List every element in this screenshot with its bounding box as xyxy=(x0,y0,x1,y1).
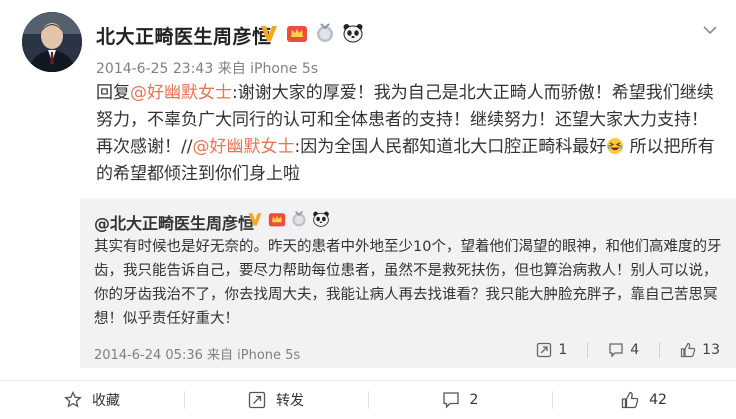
favorite-button[interactable]: 收藏 xyxy=(0,381,184,419)
weibo-post-card: 北大正畸医生周彦恒 2014-6-25 23:43 来自 iPhone 5s 回… xyxy=(0,0,736,418)
post-meta: 2014-6-25 23:43 来自 iPhone 5s xyxy=(96,58,318,78)
thumbs-up-icon xyxy=(621,391,639,409)
quoted-user-badges xyxy=(246,210,330,228)
medal-icon[interactable] xyxy=(314,22,336,44)
mention-link[interactable]: @好幽默女士 xyxy=(130,83,232,103)
like-button[interactable]: 42 xyxy=(552,381,736,419)
reply-prefix: 回复 xyxy=(96,83,130,103)
quoted-comment-count: 4 xyxy=(630,342,640,358)
verified-v-icon[interactable] xyxy=(246,210,264,228)
crown-member-icon[interactable] xyxy=(268,210,286,228)
panda-icon[interactable] xyxy=(342,22,364,44)
like-count: 42 xyxy=(649,392,667,408)
panda-icon[interactable] xyxy=(312,210,330,228)
medal-icon[interactable] xyxy=(290,210,308,228)
mention-link[interactable]: @好幽默女士 xyxy=(192,137,294,157)
quoted-text: 其实有时候也是好无奈的。昨天的患者中外地至少10个，望着他们渴望的眼神，和他们高… xyxy=(94,239,722,327)
repost-icon xyxy=(248,391,266,409)
comment-icon xyxy=(442,391,460,409)
quoted-like-count: 13 xyxy=(702,342,720,358)
post-username[interactable]: 北大正畸医生周彦恒 xyxy=(96,22,272,49)
quoted-username[interactable]: @北大正畸医生周彦恒 xyxy=(94,210,254,234)
verified-v-icon[interactable] xyxy=(258,22,280,44)
quoted-source: 来自 iPhone 5s xyxy=(207,348,301,363)
quoted-actions: 1 4 13 xyxy=(536,342,720,358)
action-bar: 收藏 转发 2 42 xyxy=(0,380,736,419)
favorite-label: 收藏 xyxy=(92,393,120,409)
repost-icon xyxy=(536,342,552,358)
quoted-meta: 2014-6-24 05:36 来自 iPhone 5s xyxy=(94,344,300,363)
comment-icon xyxy=(608,342,624,358)
comment-button[interactable]: 2 xyxy=(368,381,552,419)
star-icon xyxy=(64,391,82,409)
quoted-like-button[interactable]: 13 xyxy=(680,342,720,358)
divider xyxy=(587,342,589,358)
thumbs-up-icon xyxy=(680,342,696,358)
divider xyxy=(659,342,661,358)
laughing-tears-emoji-icon xyxy=(606,137,624,155)
quoted-repost-count: 1 xyxy=(558,342,568,358)
repost-button[interactable]: 转发 xyxy=(184,381,368,419)
quoted-post[interactable]: @北大正畸医生周彦恒 其实有时候也是好无奈的。昨天的患者中外地至少10个，望着他… xyxy=(80,198,736,368)
chevron-down-icon[interactable] xyxy=(700,20,720,40)
crown-member-icon[interactable] xyxy=(286,22,308,44)
quoted-comment-button[interactable]: 4 xyxy=(608,342,639,358)
quoted-repost-button[interactable]: 1 xyxy=(536,342,567,358)
quoted-timestamp[interactable]: 2014-6-24 05:36 xyxy=(94,348,203,363)
user-badges xyxy=(258,22,364,44)
post-text: 回复@好幽默女士:谢谢大家的厚爱！我为自己是北大正畸人而骄傲！希望我们继续努力，… xyxy=(96,80,716,188)
post-timestamp[interactable]: 2014-6-25 23:43 xyxy=(96,61,213,77)
comment-count: 2 xyxy=(469,392,479,408)
repost-label: 转发 xyxy=(276,393,304,409)
avatar[interactable] xyxy=(22,12,82,72)
post-source: 来自 iPhone 5s xyxy=(217,61,319,77)
post-text-part: :因为全国人民都知道北大口腔正畸科最好 xyxy=(294,137,607,157)
